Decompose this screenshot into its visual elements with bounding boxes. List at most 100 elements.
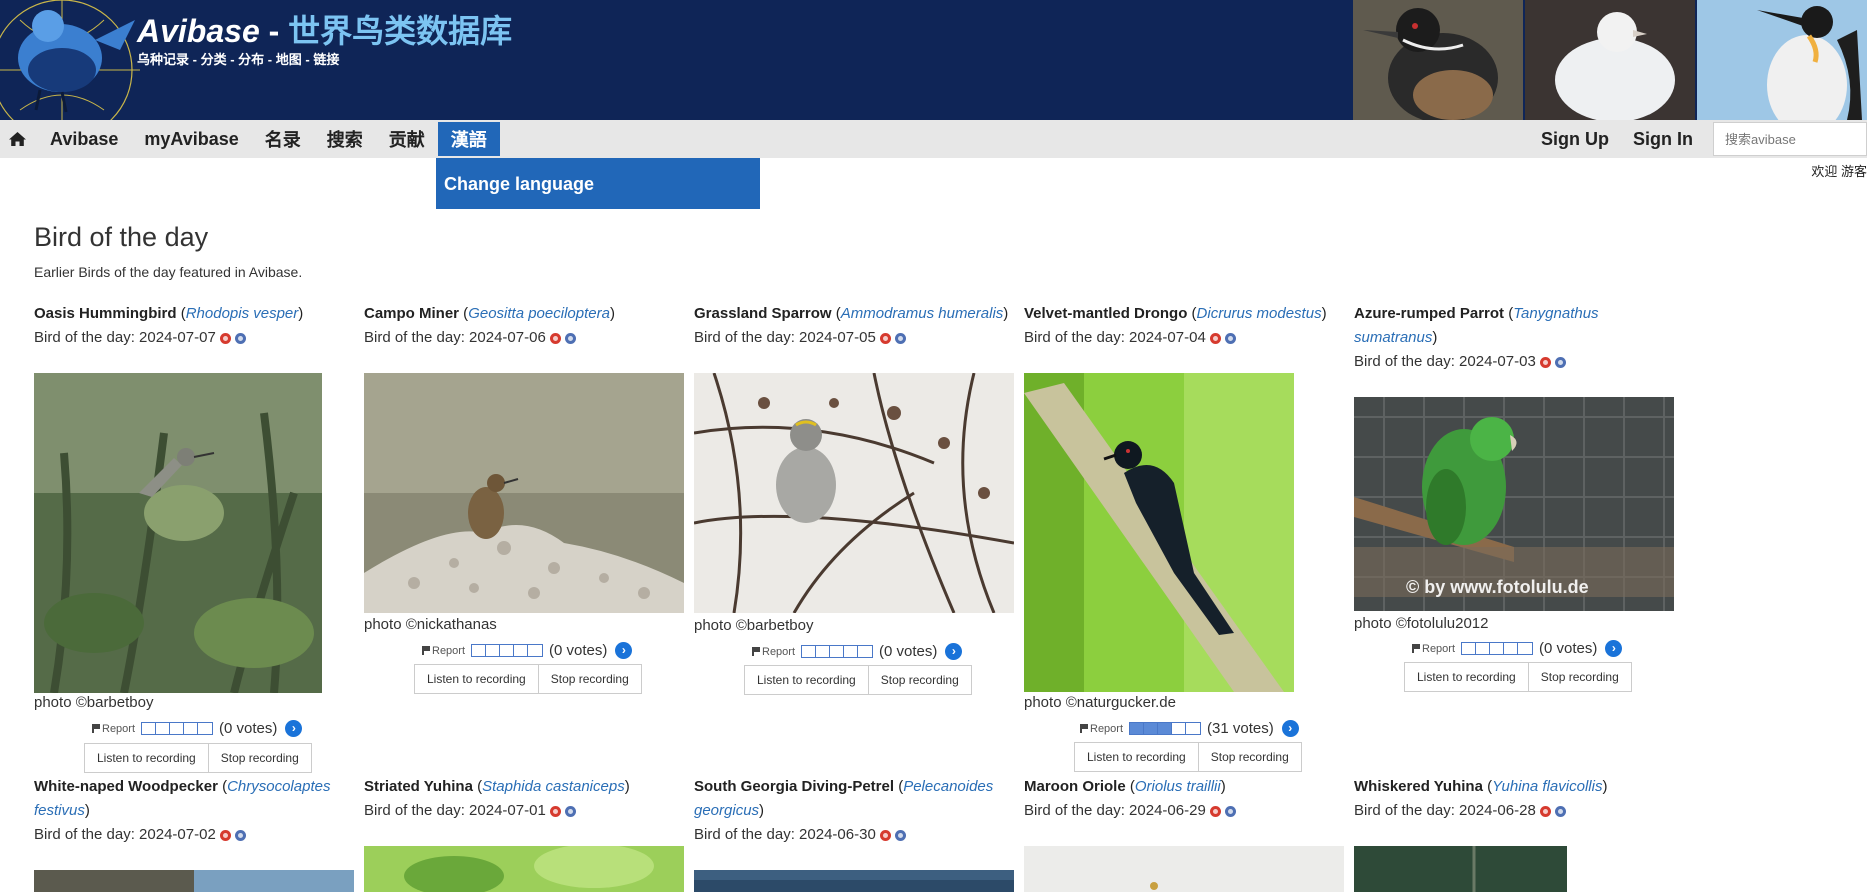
bird-scientific-name[interactable]: Staphida castaniceps xyxy=(482,778,625,795)
stop-button[interactable]: Stop recording xyxy=(867,665,972,695)
listen-button[interactable]: Listen to recording xyxy=(744,665,869,695)
bird-photo[interactable] xyxy=(34,373,322,693)
brand-title[interactable]: Avibase - 世界鸟类数据库 xyxy=(137,6,512,52)
bird-name[interactable]: Whiskered Yuhina xyxy=(1354,778,1483,795)
blue-globe-icon[interactable] xyxy=(564,332,576,344)
next-arrow-icon[interactable]: › xyxy=(945,643,963,660)
bird-name[interactable]: Velvet-mantled Drongo xyxy=(1024,305,1187,322)
red-globe-icon[interactable] xyxy=(1209,805,1221,817)
report-label: Report xyxy=(762,645,796,658)
next-arrow-icon[interactable]: › xyxy=(1281,720,1299,737)
blue-globe-icon[interactable] xyxy=(234,829,246,841)
bird-photo[interactable] xyxy=(1354,846,1567,892)
avibase-logo[interactable] xyxy=(0,0,140,120)
bird-photo[interactable] xyxy=(34,870,354,892)
bird-scientific-name[interactable]: Rhodopis vesper xyxy=(186,305,299,322)
nav-myavibase[interactable]: myAvibase xyxy=(131,120,251,158)
bird-photo[interactable] xyxy=(1024,373,1294,692)
nav-contribute[interactable]: 贡献 xyxy=(376,120,438,158)
rating-stars[interactable] xyxy=(1461,642,1534,655)
bird-scientific-name[interactable]: Ammodramus humeralis xyxy=(841,305,1004,322)
bird-date: Bird of the day: 2024-06-29 xyxy=(1024,802,1206,819)
red-globe-icon[interactable] xyxy=(879,829,891,841)
red-globe-icon[interactable] xyxy=(549,805,561,817)
stop-button[interactable]: Stop recording xyxy=(1197,742,1302,772)
red-globe-icon[interactable] xyxy=(1209,332,1221,344)
vote-row: Report (31 votes) › xyxy=(1080,720,1299,737)
blue-globe-icon[interactable] xyxy=(894,829,906,841)
report-button[interactable]: Report xyxy=(92,723,135,735)
home-button[interactable] xyxy=(0,120,37,158)
bird-name[interactable]: White-naped Woodpecker xyxy=(34,778,218,795)
bird-name[interactable]: Oasis Hummingbird xyxy=(34,305,177,322)
bird-photo[interactable] xyxy=(364,846,684,892)
vote-count: (0 votes) xyxy=(879,643,938,660)
bird-scientific-name[interactable]: Yuhina flavicollis xyxy=(1492,778,1602,795)
bird-scientific-name[interactable]: Oriolus traillii xyxy=(1135,778,1221,795)
subnav-checklist[interactable]: 乌种记录 xyxy=(137,52,189,67)
listen-button[interactable]: Listen to recording xyxy=(1074,742,1199,772)
blue-globe-icon[interactable] xyxy=(234,332,246,344)
report-button[interactable]: Report xyxy=(422,645,465,657)
subnav-distribution[interactable]: 分布 xyxy=(238,52,264,67)
report-label: Report xyxy=(102,722,136,735)
rating-stars[interactable] xyxy=(471,644,544,657)
bird-scientific-name[interactable]: Dicrurus modestus xyxy=(1197,305,1322,322)
bird-name[interactable]: South Georgia Diving-Petrel xyxy=(694,778,894,795)
next-arrow-icon[interactable]: › xyxy=(1605,640,1623,657)
bird-card: Azure-rumped Parrot (Tanygnathus sumatra… xyxy=(1354,302,1654,374)
bird-photo[interactable] xyxy=(694,373,1014,613)
report-button[interactable]: Report xyxy=(1080,723,1123,735)
blue-globe-icon[interactable] xyxy=(1224,805,1236,817)
next-arrow-icon[interactable]: › xyxy=(285,720,303,737)
bird-name[interactable]: Maroon Oriole xyxy=(1024,778,1126,795)
red-globe-icon[interactable] xyxy=(879,332,891,344)
rating-stars[interactable] xyxy=(1129,722,1202,735)
stop-button[interactable]: Stop recording xyxy=(1527,662,1632,692)
report-button[interactable]: Report xyxy=(1412,643,1455,655)
rating-stars[interactable] xyxy=(801,645,874,658)
bird-name[interactable]: Grassland Sparrow xyxy=(694,305,832,322)
next-arrow-icon[interactable]: › xyxy=(615,642,633,659)
red-globe-icon[interactable] xyxy=(1539,805,1551,817)
nav-checklists[interactable]: 名录 xyxy=(252,120,314,158)
nav-avibase[interactable]: Avibase xyxy=(37,120,131,158)
report-button[interactable]: Report xyxy=(752,646,795,658)
blue-globe-icon[interactable] xyxy=(1554,356,1566,368)
subnav-map[interactable]: 地图 xyxy=(276,52,302,67)
bird-photo[interactable] xyxy=(364,373,684,613)
signup-link[interactable]: Sign Up xyxy=(1529,120,1621,158)
listen-button[interactable]: Listen to recording xyxy=(1404,662,1529,692)
nav-language[interactable]: 漢語 xyxy=(437,122,500,156)
bird-photo[interactable] xyxy=(694,870,1014,892)
stop-button[interactable]: Stop recording xyxy=(207,743,312,773)
subnav-links[interactable]: 链接 xyxy=(313,52,339,67)
bird-name[interactable]: Campo Miner xyxy=(364,305,459,322)
red-globe-icon[interactable] xyxy=(549,332,561,344)
signin-link[interactable]: Sign In xyxy=(1621,120,1705,158)
bird-scientific-name[interactable]: Geositta poeciloptera xyxy=(468,305,610,322)
red-globe-icon[interactable] xyxy=(219,332,231,344)
red-globe-icon[interactable] xyxy=(1539,356,1551,368)
blue-globe-icon[interactable] xyxy=(1224,332,1236,344)
listen-button[interactable]: Listen to recording xyxy=(414,664,539,694)
listen-button[interactable]: Listen to recording xyxy=(84,743,209,773)
photo-credit: photo ©naturgucker.de xyxy=(1024,694,1176,711)
blue-globe-icon[interactable] xyxy=(894,332,906,344)
vote-count: (31 votes) xyxy=(1207,720,1274,737)
brand-name: Avibase xyxy=(137,13,260,49)
red-globe-icon[interactable] xyxy=(219,829,231,841)
subnav-taxonomy[interactable]: 分类 xyxy=(201,52,227,67)
nav-search[interactable]: 搜索 xyxy=(314,120,376,158)
bird-name[interactable]: Azure-rumped Parrot xyxy=(1354,305,1504,322)
change-language-item[interactable]: Change language xyxy=(436,158,760,209)
blue-globe-icon[interactable] xyxy=(1554,805,1566,817)
bird-photo[interactable] xyxy=(1024,846,1344,892)
blue-globe-icon[interactable] xyxy=(564,805,576,817)
search-input[interactable] xyxy=(1713,122,1867,156)
bird-photo[interactable]: © by www.fotolulu.de xyxy=(1354,397,1674,611)
rating-stars[interactable] xyxy=(141,722,214,735)
stop-button[interactable]: Stop recording xyxy=(537,664,642,694)
brand-separator: - xyxy=(259,13,289,49)
bird-name[interactable]: Striated Yuhina xyxy=(364,778,473,795)
